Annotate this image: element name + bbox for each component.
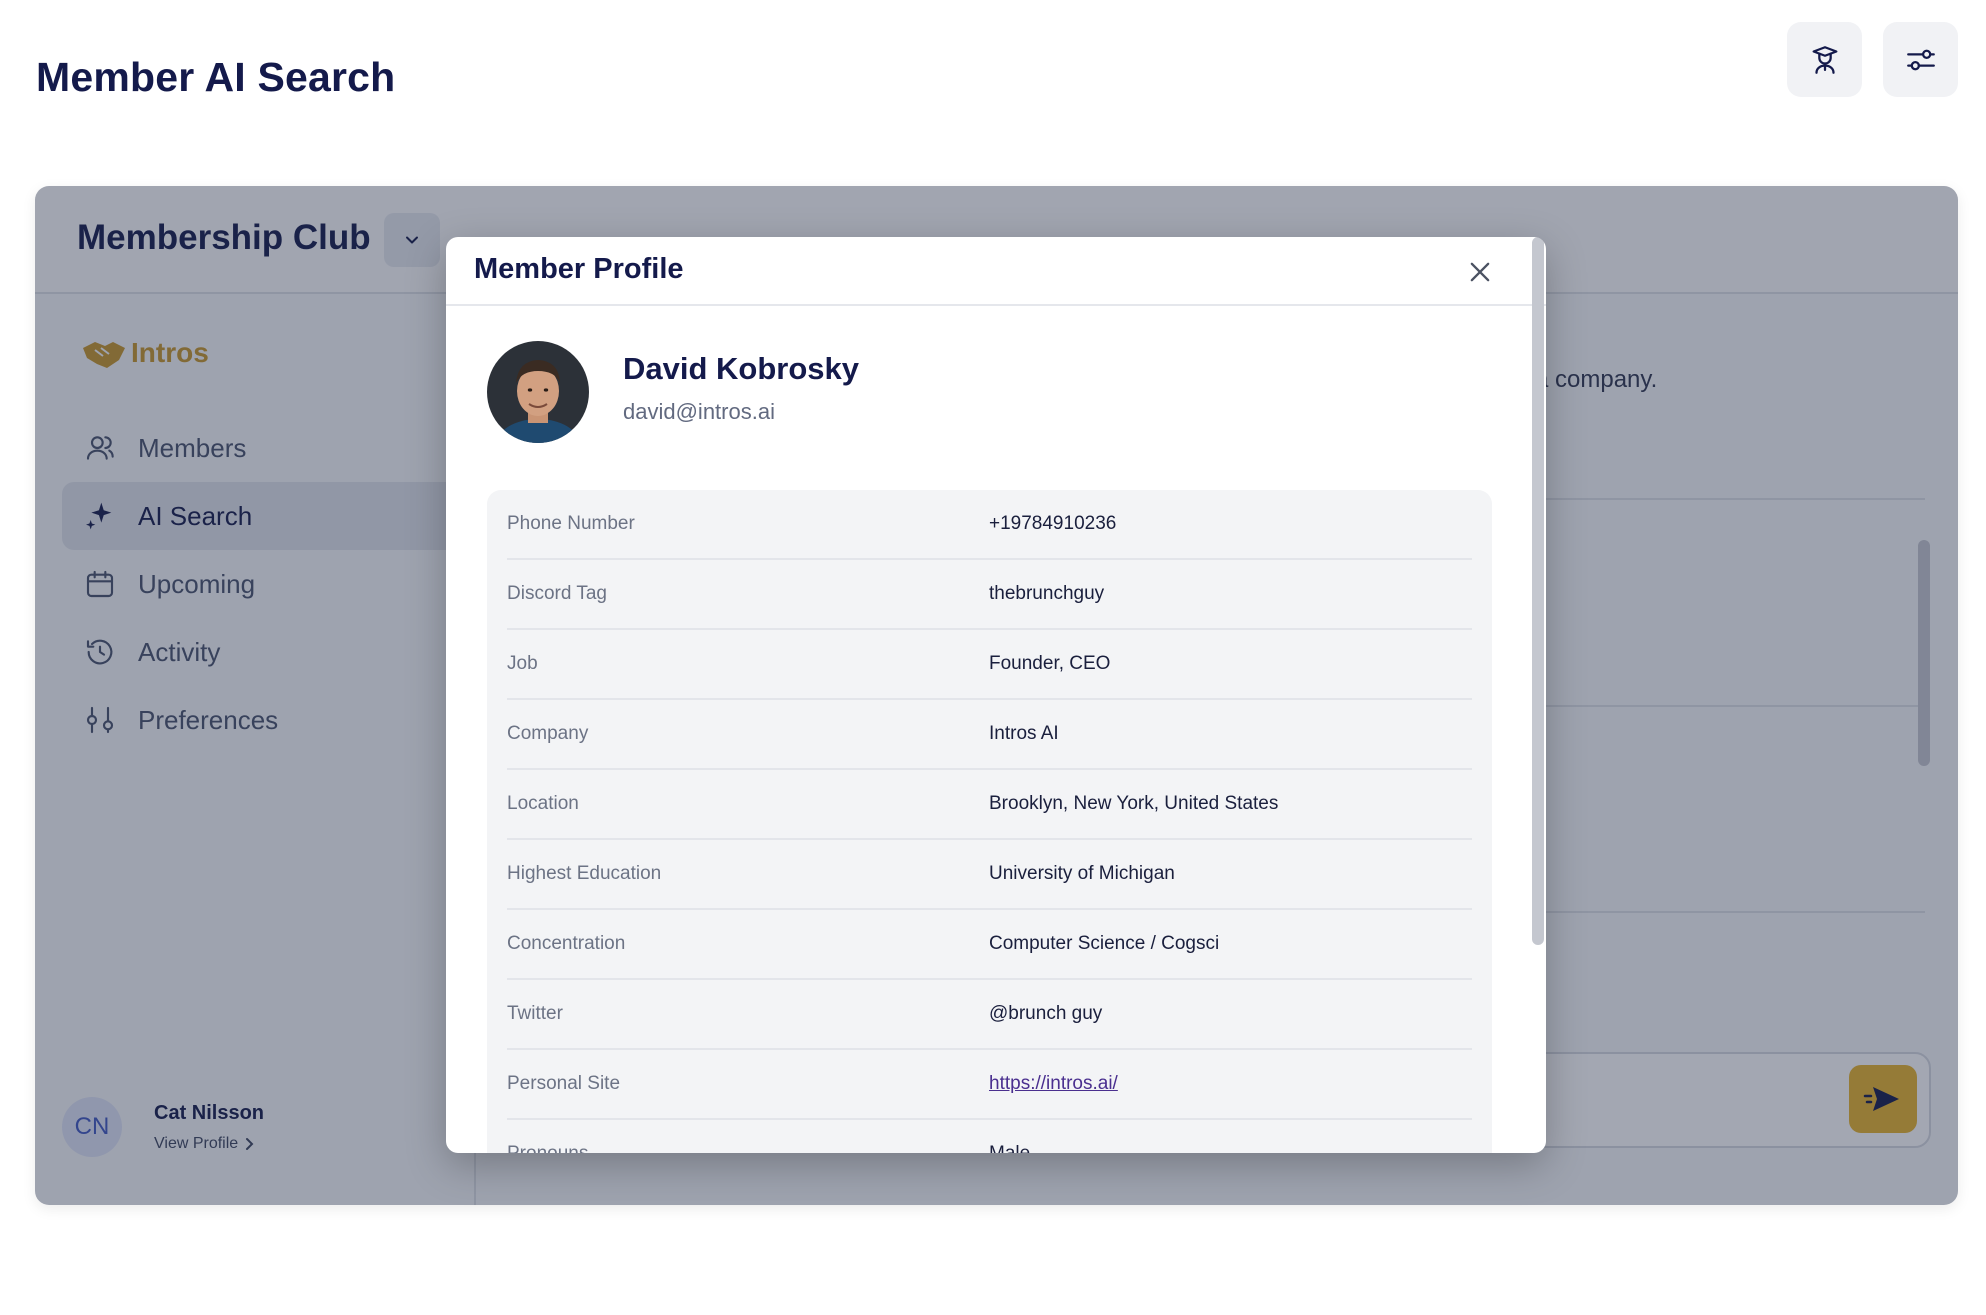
sliders-icon [1906,49,1935,70]
close-icon [1470,262,1490,282]
profile-name: David Kobrosky [623,351,860,386]
profile-photo [487,341,589,443]
detail-row-discord: Discord Tag thebrunchguy [507,560,1472,630]
page-title: Member AI Search [36,54,396,100]
detail-value: Founder, CEO [989,653,1111,674]
detail-label: Personal Site [507,1073,621,1094]
detail-value: Male [989,1143,1030,1153]
graduate-icon [1812,45,1837,74]
detail-value: Computer Science / Cogsci [989,933,1220,954]
filter-button[interactable] [1883,22,1958,97]
detail-label: Discord Tag [507,583,607,604]
detail-value: https://intros.ai/ [989,1073,1118,1095]
detail-row-concentration: Concentration Computer Science / Cogsci [507,910,1472,980]
detail-label: Company [507,723,589,744]
avatar [487,341,589,443]
modal-title: Member Profile [474,253,684,285]
close-button[interactable] [1460,252,1500,292]
detail-row-company: Company Intros AI [507,700,1472,770]
profile-email: david@intros.ai [623,399,775,424]
detail-row-phone: Phone Number +19784910236 [507,490,1472,560]
detail-value: University of Michigan [989,863,1175,884]
detail-row-education: Highest Education University of Michigan [507,840,1472,910]
detail-value: +19784910236 [989,513,1117,534]
graduate-button[interactable] [1787,22,1862,97]
detail-label: Location [507,793,579,814]
detail-row-job: Job Founder, CEO [507,630,1472,700]
member-profile-modal: Member Profile David Kobrosky david@intr… [446,237,1546,1153]
detail-label: Phone Number [507,513,635,534]
detail-row-pronouns: Pronouns Male [507,1120,1472,1153]
detail-value: Brooklyn, New York, United States [989,793,1279,814]
detail-row-twitter: Twitter @brunch guy [507,980,1472,1050]
detail-label: Twitter [507,1003,563,1024]
detail-value: @brunch guy [989,1003,1103,1024]
detail-label: Pronouns [507,1143,989,1153]
modal-scrollbar[interactable] [1532,237,1544,945]
profile-details: Phone Number +19784910236 Discord Tag th… [487,490,1492,1153]
detail-value: thebrunchguy [989,583,1105,604]
detail-row-location: Location Brooklyn, New York, United Stat… [507,770,1472,840]
detail-row-personal-site: Personal Site https://intros.ai/ [507,1050,1472,1120]
detail-label: Highest Education [507,863,662,884]
detail-label: Job [507,653,538,674]
detail-value: Intros AI [989,723,1059,744]
personal-site-link[interactable]: https://intros.ai/ [989,1073,1118,1094]
modal-header: Member Profile [446,237,1546,306]
detail-label: Concentration [507,933,626,954]
